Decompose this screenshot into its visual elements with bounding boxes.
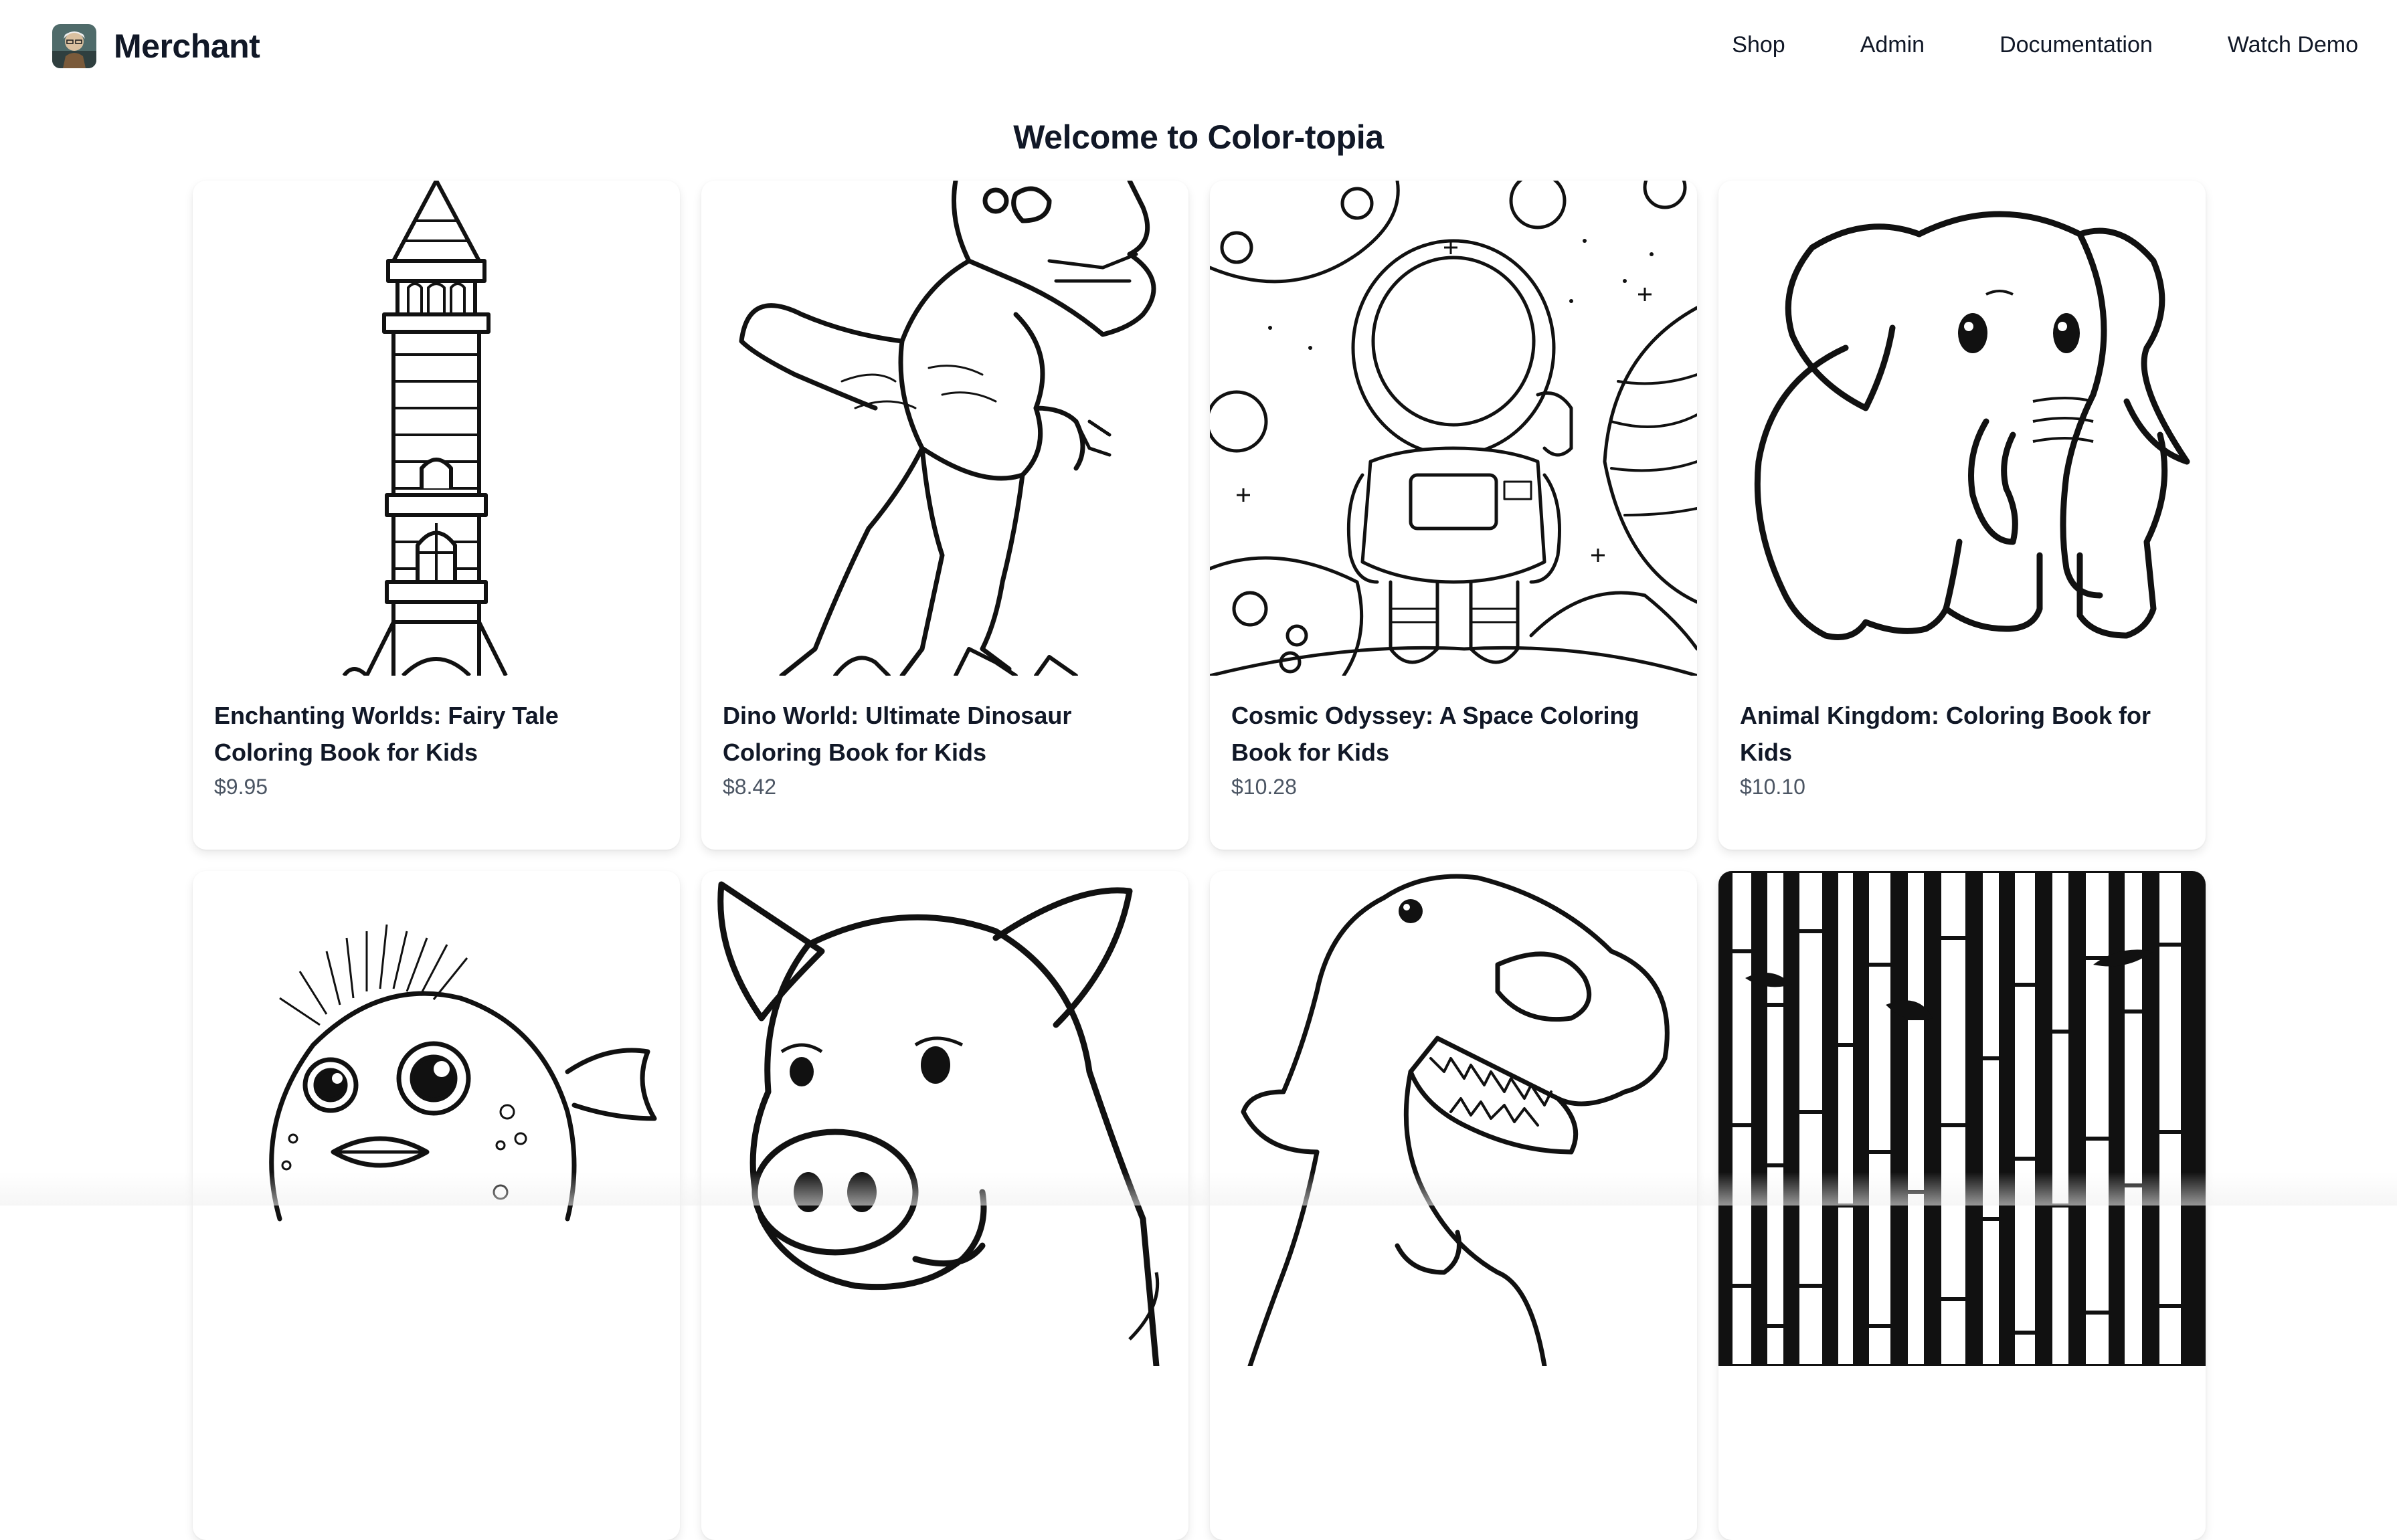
nav-link-shop[interactable]: Shop xyxy=(1732,32,1785,58)
pig-illustration xyxy=(717,881,1160,1366)
product-title[interactable]: Dino World: Ultimate Dinosaur Coloring B… xyxy=(723,697,1167,771)
brand-name: Merchant xyxy=(114,27,260,65)
nav-links: Shop Admin Documentation Watch Demo xyxy=(1657,32,2358,58)
nav-link-documentation[interactable]: Documentation xyxy=(2000,32,2153,58)
product-card[interactable]: Dino World: Ultimate Dinosaur Coloring B… xyxy=(701,181,1188,850)
product-title[interactable]: Enchanting Worlds: Fairy Tale Coloring B… xyxy=(214,697,658,771)
product-card[interactable] xyxy=(701,871,1188,1540)
elephant-illustration xyxy=(1754,211,2190,640)
brand-link[interactable]: Merchant xyxy=(52,24,260,68)
product-card[interactable] xyxy=(1210,871,1697,1540)
nav-link-admin[interactable]: Admin xyxy=(1860,32,1925,58)
tower-illustration xyxy=(342,181,508,676)
trex-head-illustration xyxy=(1241,874,1670,1366)
product-title[interactable]: Animal Kingdom: Coloring Book for Kids xyxy=(1740,697,2184,771)
product-card[interactable] xyxy=(193,871,680,1540)
astronaut-illustration xyxy=(1210,181,1697,676)
product-price: $8.42 xyxy=(723,775,777,799)
product-card[interactable]: Animal Kingdom: Coloring Book for Kids $… xyxy=(1718,181,2206,850)
product-card[interactable]: Enchanting Worlds: Fairy Tale Coloring B… xyxy=(193,181,680,850)
product-price: $9.95 xyxy=(214,775,268,799)
product-card[interactable]: Cosmic Odyssey: A Space Coloring Book fo… xyxy=(1210,181,1697,850)
bamboo-illustration xyxy=(1718,871,2206,1366)
nav-link-watch-demo[interactable]: Watch Demo xyxy=(2228,32,2358,58)
trex-illustration xyxy=(739,181,1156,676)
pufferfish-illustration xyxy=(269,924,657,1222)
product-price: $10.10 xyxy=(1740,775,1805,799)
page-title: Welcome to Color-topia xyxy=(1013,118,1384,156)
product-title[interactable]: Cosmic Odyssey: A Space Coloring Book fo… xyxy=(1231,697,1676,771)
top-nav: Merchant Shop Admin Documentation Watch … xyxy=(0,0,2397,94)
product-grid: Enchanting Worlds: Fairy Tale Coloring B… xyxy=(193,181,2207,1540)
product-price: $10.28 xyxy=(1231,775,1297,799)
product-card[interactable] xyxy=(1718,871,2206,1540)
avatar-portrait-icon xyxy=(52,24,96,68)
